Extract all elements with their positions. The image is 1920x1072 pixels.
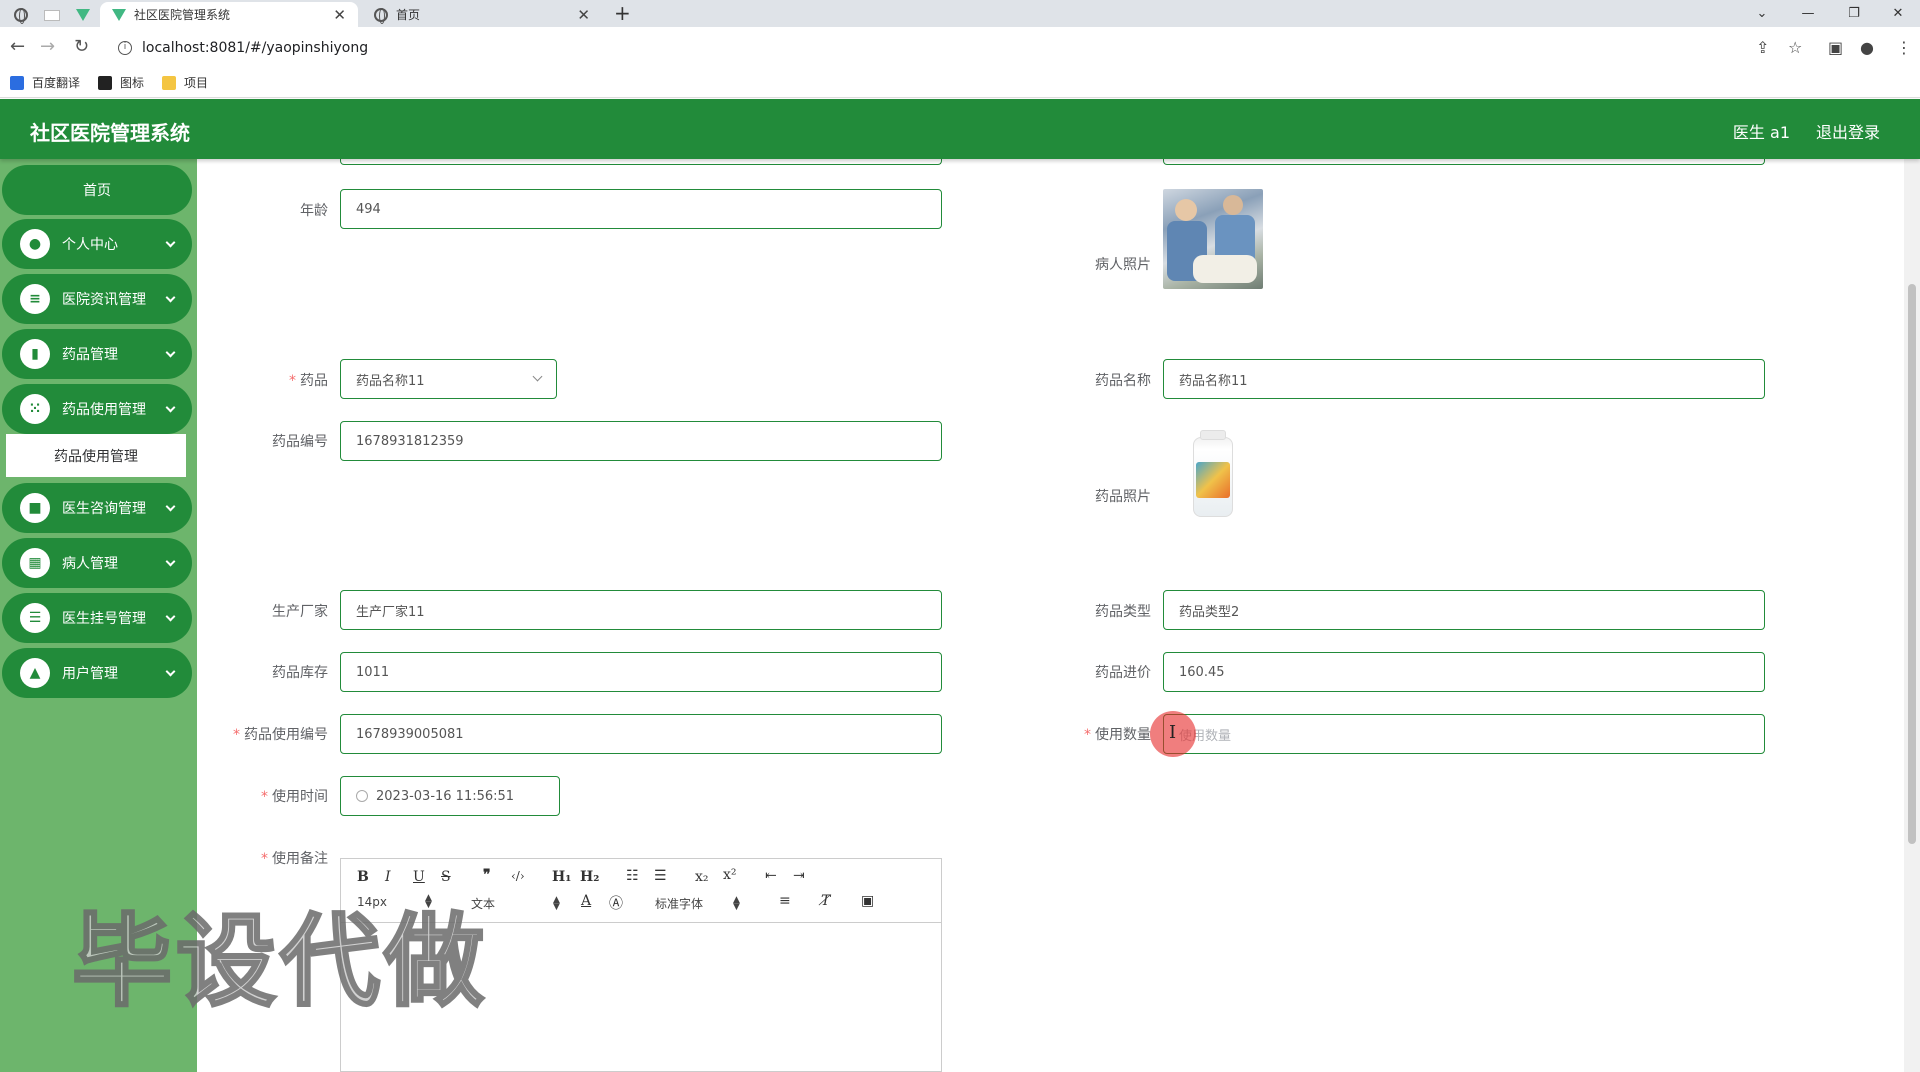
url-text: localhost:8081/#/yaopinshiyong <box>142 39 369 56</box>
bookmark-label: 百度翻译 <box>32 76 81 90</box>
manufacturer-input[interactable]: 生产厂家11 <box>340 590 942 630</box>
bookmark-item[interactable]: 百度翻译 <box>10 74 80 91</box>
patient-photo-label: 病人照片 <box>1095 257 1151 273</box>
tab-title: 社区医院管理系统 <box>134 8 231 22</box>
stock-input[interactable]: 1011 <box>340 652 942 692</box>
bookmark-item[interactable]: 项目 <box>162 74 208 91</box>
logout-link[interactable]: 退出登录 <box>1816 119 1880 143</box>
outdent-icon[interactable]: ⇤ <box>765 868 777 884</box>
patient-photo <box>1163 189 1263 289</box>
align-icon[interactable]: ≡ <box>779 893 791 909</box>
drug-code-input[interactable]: 1678931812359 <box>340 421 942 461</box>
updown-icon: ▲ ▼ <box>553 894 560 912</box>
image-icon <box>98 75 113 90</box>
remark-label: * 使用备注 <box>261 851 328 867</box>
minimize-icon[interactable]: — <box>1786 0 1830 27</box>
drug-photo <box>1163 425 1263 525</box>
font-family-value: 标准字体 <box>655 897 704 911</box>
bookmark-label: 图标 <box>120 76 145 90</box>
app-title: 社区医院管理系统 <box>30 121 190 145</box>
drug-type-label: 药品类型 <box>1095 604 1151 620</box>
chevron-down-icon <box>532 371 543 382</box>
drug-code-label: 药品编号 <box>272 434 328 450</box>
restore-icon[interactable]: ❐ <box>1832 0 1876 27</box>
tab-title: 首页 <box>396 8 421 22</box>
app-header: 社区医院管理系统 医生 a1 退出登录 <box>0 99 1920 159</box>
tab-close-icon[interactable]: ✕ <box>333 6 346 24</box>
pinned-tab-1[interactable] <box>6 3 36 27</box>
watermark: 毕设代做 <box>71 902 488 1022</box>
bookmark-label: 项目 <box>184 76 209 90</box>
font-family-select[interactable]: 标准字体 ▲ ▼ <box>655 895 740 912</box>
drug-name-input[interactable]: 药品名称11 <box>1163 359 1765 399</box>
forward-icon[interactable]: → <box>40 36 55 57</box>
h1-icon[interactable]: H₁ <box>552 869 571 885</box>
font-color-icon[interactable]: A <box>581 893 591 909</box>
tab-home[interactable]: 首页 ✕ <box>362 2 602 27</box>
url-field[interactable]: i localhost:8081/#/yaopinshiyong <box>108 33 1788 62</box>
back-icon[interactable]: ← <box>10 36 25 57</box>
usage-time-picker[interactable]: 2023-03-16 11:56:51 <box>340 776 560 816</box>
tab-close-icon[interactable]: ✕ <box>577 6 590 24</box>
sidepanel-icon[interactable]: ▣ <box>1828 38 1843 57</box>
menu-icon[interactable]: ⋮ <box>1896 38 1912 57</box>
vue-icon <box>76 9 90 21</box>
image-icon[interactable]: ▣ <box>861 893 874 909</box>
tab-active[interactable]: 社区医院管理系统 ✕ <box>100 2 358 27</box>
drug-select[interactable]: 药品名称11 <box>340 359 557 399</box>
usage-time-value: 2023-03-16 11:56:51 <box>376 788 515 804</box>
quantity-label: * 使用数量 <box>1084 727 1151 743</box>
reload-icon[interactable]: ↻ <box>74 36 89 57</box>
browser-tabbar: 社区医院管理系统 ✕ 首页 ✕ + ⌄ — ❐ ✕ <box>0 0 1920 27</box>
subscript-icon[interactable]: x₂ <box>695 869 709 885</box>
pinned-tab-3[interactable] <box>68 3 98 27</box>
address-bar-row: ← → ↻ i localhost:8081/#/yaopinshiyong ⇪… <box>0 27 1920 68</box>
manufacturer-label: 生产厂家 <box>272 604 328 620</box>
new-tab-icon[interactable]: + <box>614 1 631 25</box>
globe-icon <box>14 8 28 24</box>
scrollbar-thumb[interactable] <box>1908 284 1916 844</box>
tab-search-icon[interactable]: ⌄ <box>1740 0 1784 27</box>
superscript-icon[interactable]: x² <box>723 867 737 883</box>
vue-icon <box>112 8 126 21</box>
page-scrollbar[interactable] <box>1904 159 1920 1072</box>
age-input[interactable]: 494 <box>340 189 942 229</box>
pinned-tab-2[interactable] <box>37 3 67 27</box>
indent-icon[interactable]: ⇥ <box>793 868 805 884</box>
drug-select-value: 药品名称11 <box>356 373 425 389</box>
globe-icon <box>374 7 388 24</box>
text-cursor-icon: I <box>1169 722 1177 743</box>
bullet-list-icon[interactable]: ☰ <box>654 868 667 884</box>
price-input[interactable]: 160.45 <box>1163 652 1765 692</box>
price-label: 药品进价 <box>1095 665 1151 681</box>
clear-format-icon[interactable]: T̸ <box>821 893 830 909</box>
h2-icon[interactable]: H₂ <box>580 869 599 885</box>
usage-code-label: * 药品使用编号 <box>233 727 328 743</box>
usage-time-label: * 使用时间 <box>261 789 328 805</box>
bookmark-star-icon[interactable]: ☆ <box>1788 38 1802 57</box>
current-user: 医生 a1 <box>1732 123 1790 142</box>
folder-icon <box>162 75 177 90</box>
bookmark-item[interactable]: 图标 <box>98 74 144 91</box>
clock-icon <box>356 790 368 802</box>
drug-label: * 药品 <box>289 373 328 389</box>
quantity-input[interactable]: 使用数量 <box>1163 714 1765 754</box>
share-icon[interactable]: ⇪ <box>1756 38 1769 57</box>
stock-label: 药品库存 <box>272 665 328 681</box>
drug-type-input[interactable]: 药品类型2 <box>1163 590 1765 630</box>
profile-icon[interactable]: ● <box>1860 38 1874 57</box>
usage-code-input[interactable]: 1678939005081 <box>340 714 942 754</box>
bookmarks-bar: 百度翻译 图标 项目 <box>0 68 1920 98</box>
ordered-list-icon[interactable]: ☷ <box>626 868 639 884</box>
updown-icon: ▲ ▼ <box>733 894 740 912</box>
drug-photo-label: 药品照片 <box>1095 489 1151 505</box>
background-color-icon[interactable]: Ⓐ <box>609 893 623 913</box>
code-icon[interactable]: ‹/› <box>511 869 525 883</box>
tab-icon <box>44 9 60 21</box>
translate-icon <box>10 75 24 90</box>
age-label: 年龄 <box>300 203 328 219</box>
drug-name-label: 药品名称 <box>1095 373 1151 389</box>
info-icon[interactable]: i <box>118 40 132 55</box>
close-window-icon[interactable]: ✕ <box>1876 0 1920 27</box>
